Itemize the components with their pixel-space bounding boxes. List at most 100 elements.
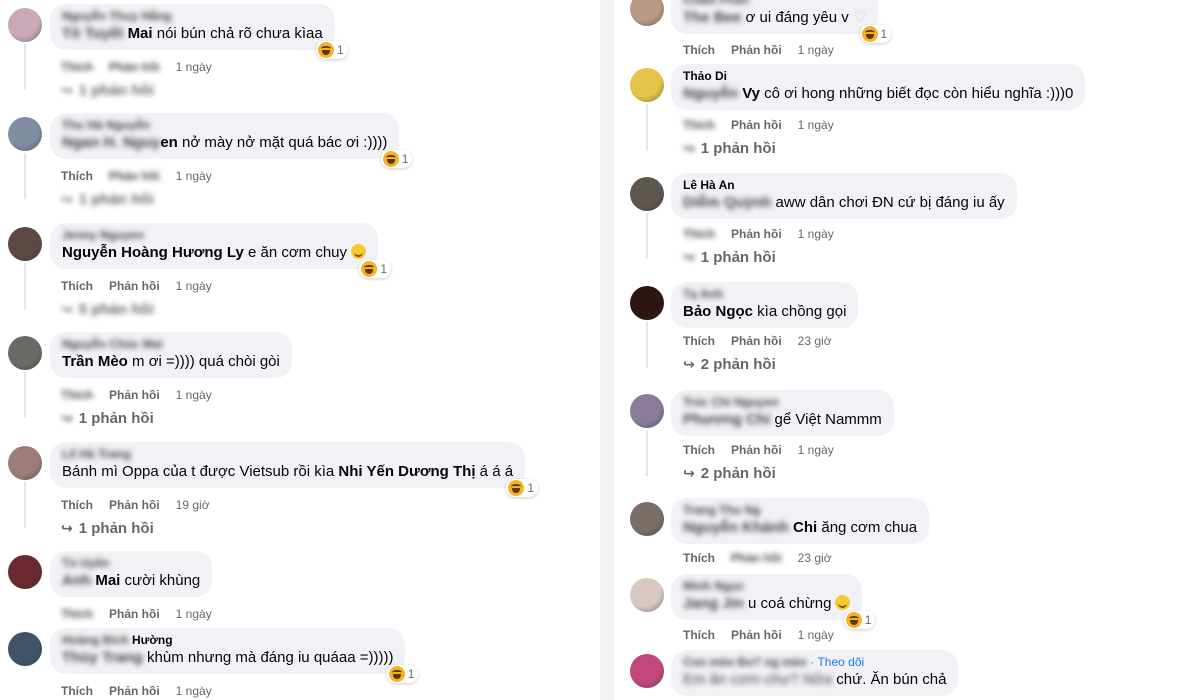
comment-author[interactable]: Hoàng Bích Hường <box>62 633 393 648</box>
reaction-badge[interactable]: 1 <box>380 150 413 168</box>
mention[interactable]: Bảo Ngọc <box>683 303 753 320</box>
reply-button[interactable]: Phản hồi <box>109 169 160 183</box>
comment-author[interactable]: Trúc Chi Nguyen <box>683 395 882 410</box>
reply-button[interactable]: Phản hồi <box>109 607 160 621</box>
reply-button[interactable]: Phản hồi <box>109 388 160 402</box>
view-replies[interactable]: ↪ 1 phản hồi <box>61 191 154 208</box>
like-button[interactable]: Thích <box>61 607 93 621</box>
mention[interactable]: Mai <box>128 25 153 42</box>
view-replies[interactable]: ↪ 1 phản hồi <box>61 410 154 427</box>
avatar[interactable] <box>8 632 42 666</box>
mention[interactable]: Chi <box>793 519 817 536</box>
avatar[interactable] <box>630 0 664 26</box>
comment-author[interactable]: Nguyễn Thuy Hằng <box>62 9 323 24</box>
reaction-badge[interactable]: 1 <box>316 41 348 59</box>
like-button[interactable]: Thích <box>61 684 93 698</box>
view-replies[interactable]: ↪ 1 phản hồi <box>61 520 154 537</box>
like-button[interactable]: Thích <box>61 60 93 74</box>
follow-link[interactable]: · Theo dõi <box>810 655 864 669</box>
comment-author[interactable]: Lê Hà An <box>683 178 1005 193</box>
timestamp[interactable]: 1 ngày <box>176 279 212 293</box>
mention[interactable]: Jang Jin <box>683 595 744 612</box>
mention[interactable]: Mai <box>95 572 120 589</box>
avatar[interactable] <box>630 578 664 612</box>
avatar[interactable] <box>8 227 42 261</box>
like-button[interactable]: Thích <box>61 388 93 402</box>
timestamp[interactable]: 1 ngày <box>176 607 212 621</box>
avatar[interactable] <box>8 336 42 370</box>
avatar[interactable] <box>8 117 42 151</box>
timestamp[interactable]: 1 ngày <box>176 684 212 698</box>
mention[interactable]: en <box>160 134 178 151</box>
mention[interactable]: Ngan H. Nguy <box>62 134 160 151</box>
comment-author[interactable]: Thảo Di <box>683 69 1073 84</box>
reaction-badge[interactable]: 1 <box>386 665 419 683</box>
avatar[interactable] <box>630 394 664 428</box>
like-button[interactable]: Thích <box>61 169 93 183</box>
reply-button[interactable]: Phản hồi <box>109 684 160 698</box>
comment-author[interactable]: Lê Hà Trang <box>62 447 513 462</box>
reply-button[interactable]: Phản hồi <box>731 334 782 348</box>
comment-author[interactable]: Thu Hà Nguyễn <box>62 118 387 133</box>
view-replies[interactable]: ↪ 1 phản hồi <box>61 82 154 99</box>
avatar[interactable] <box>630 286 664 320</box>
mention[interactable]: Tô Tuyết <box>62 25 123 42</box>
timestamp[interactable]: 1 ngày <box>798 443 834 457</box>
like-button[interactable]: Thích <box>61 498 93 512</box>
avatar[interactable] <box>8 446 42 480</box>
like-button[interactable]: Thích <box>61 279 93 293</box>
avatar[interactable] <box>8 8 42 42</box>
reply-button[interactable]: Phản hồi <box>731 118 782 132</box>
comment-author[interactable]: Jenny Nguyen <box>62 228 366 243</box>
like-button[interactable]: Thích <box>683 43 715 57</box>
timestamp[interactable]: 1 ngày <box>798 118 834 132</box>
reaction-badge[interactable]: 1 <box>506 479 539 497</box>
timestamp[interactable]: 1 ngày <box>176 169 212 183</box>
comment-author[interactable]: Châm Phan <box>683 0 866 8</box>
comment-author[interactable]: Trang Thu Ng <box>683 503 917 518</box>
view-replies[interactable]: ↪ 1 phản hồi <box>683 249 776 266</box>
like-button[interactable]: Thích <box>683 334 715 348</box>
avatar[interactable] <box>8 555 42 589</box>
like-button[interactable]: Thích <box>683 227 715 241</box>
reply-button[interactable]: Phản hồi <box>731 43 782 57</box>
mention[interactable]: Diễm Quỳnh <box>683 194 771 211</box>
reply-button[interactable]: Phản hồi <box>731 551 782 565</box>
timestamp[interactable]: 1 ngày <box>176 60 212 74</box>
mention[interactable]: Nhi Yến Dương Thị <box>338 463 475 480</box>
avatar[interactable] <box>630 68 664 102</box>
reply-button[interactable]: Phản hồi <box>109 60 160 74</box>
mention[interactable]: Phương Chi <box>683 411 770 428</box>
mention[interactable]: Trần Mèo <box>62 353 128 370</box>
comment-author[interactable]: Tú Uyên <box>62 556 200 571</box>
like-button[interactable]: Thích <box>683 118 715 132</box>
like-button[interactable]: Thích <box>683 628 715 642</box>
avatar[interactable] <box>630 654 664 688</box>
reply-button[interactable]: Phản hồi <box>731 227 782 241</box>
timestamp[interactable]: 23 giờ <box>798 551 832 565</box>
mention[interactable]: Thùy Trang <box>62 649 143 666</box>
mention[interactable]: Anh <box>62 572 91 589</box>
reply-button[interactable]: Phản hồi <box>109 279 160 293</box>
comment-author[interactable]: Tạ Anh <box>683 287 846 302</box>
timestamp[interactable]: 23 giờ <box>798 334 832 348</box>
mention[interactable]: Vy <box>742 85 760 102</box>
reaction-badge[interactable]: 1 <box>843 611 876 629</box>
view-replies[interactable]: ↪ 2 phản hồi <box>683 465 776 482</box>
timestamp[interactable]: 19 giờ <box>176 498 210 512</box>
timestamp[interactable]: 1 ngày <box>798 628 834 642</box>
reaction-badge[interactable]: 1 <box>859 25 892 43</box>
avatar[interactable] <box>630 502 664 536</box>
like-button[interactable]: Thích <box>683 443 715 457</box>
mention[interactable]: The Bee <box>683 9 741 26</box>
mention[interactable]: Nguyễn Hoàng Hương Ly <box>62 244 244 261</box>
comment-author[interactable]: Minh Ngọc <box>683 579 850 594</box>
reaction-badge[interactable]: 1 <box>359 260 392 278</box>
timestamp[interactable]: 1 ngày <box>798 43 834 57</box>
mention[interactable]: Nguyễn <box>683 85 738 102</box>
view-replies[interactable]: ↪ 1 phản hồi <box>683 140 776 157</box>
comment-author[interactable]: Nguyễn Chúc Mai <box>62 337 280 352</box>
timestamp[interactable]: 1 ngày <box>176 388 212 402</box>
mention[interactable]: Nguyễn Khánh <box>683 519 789 536</box>
avatar[interactable] <box>630 177 664 211</box>
